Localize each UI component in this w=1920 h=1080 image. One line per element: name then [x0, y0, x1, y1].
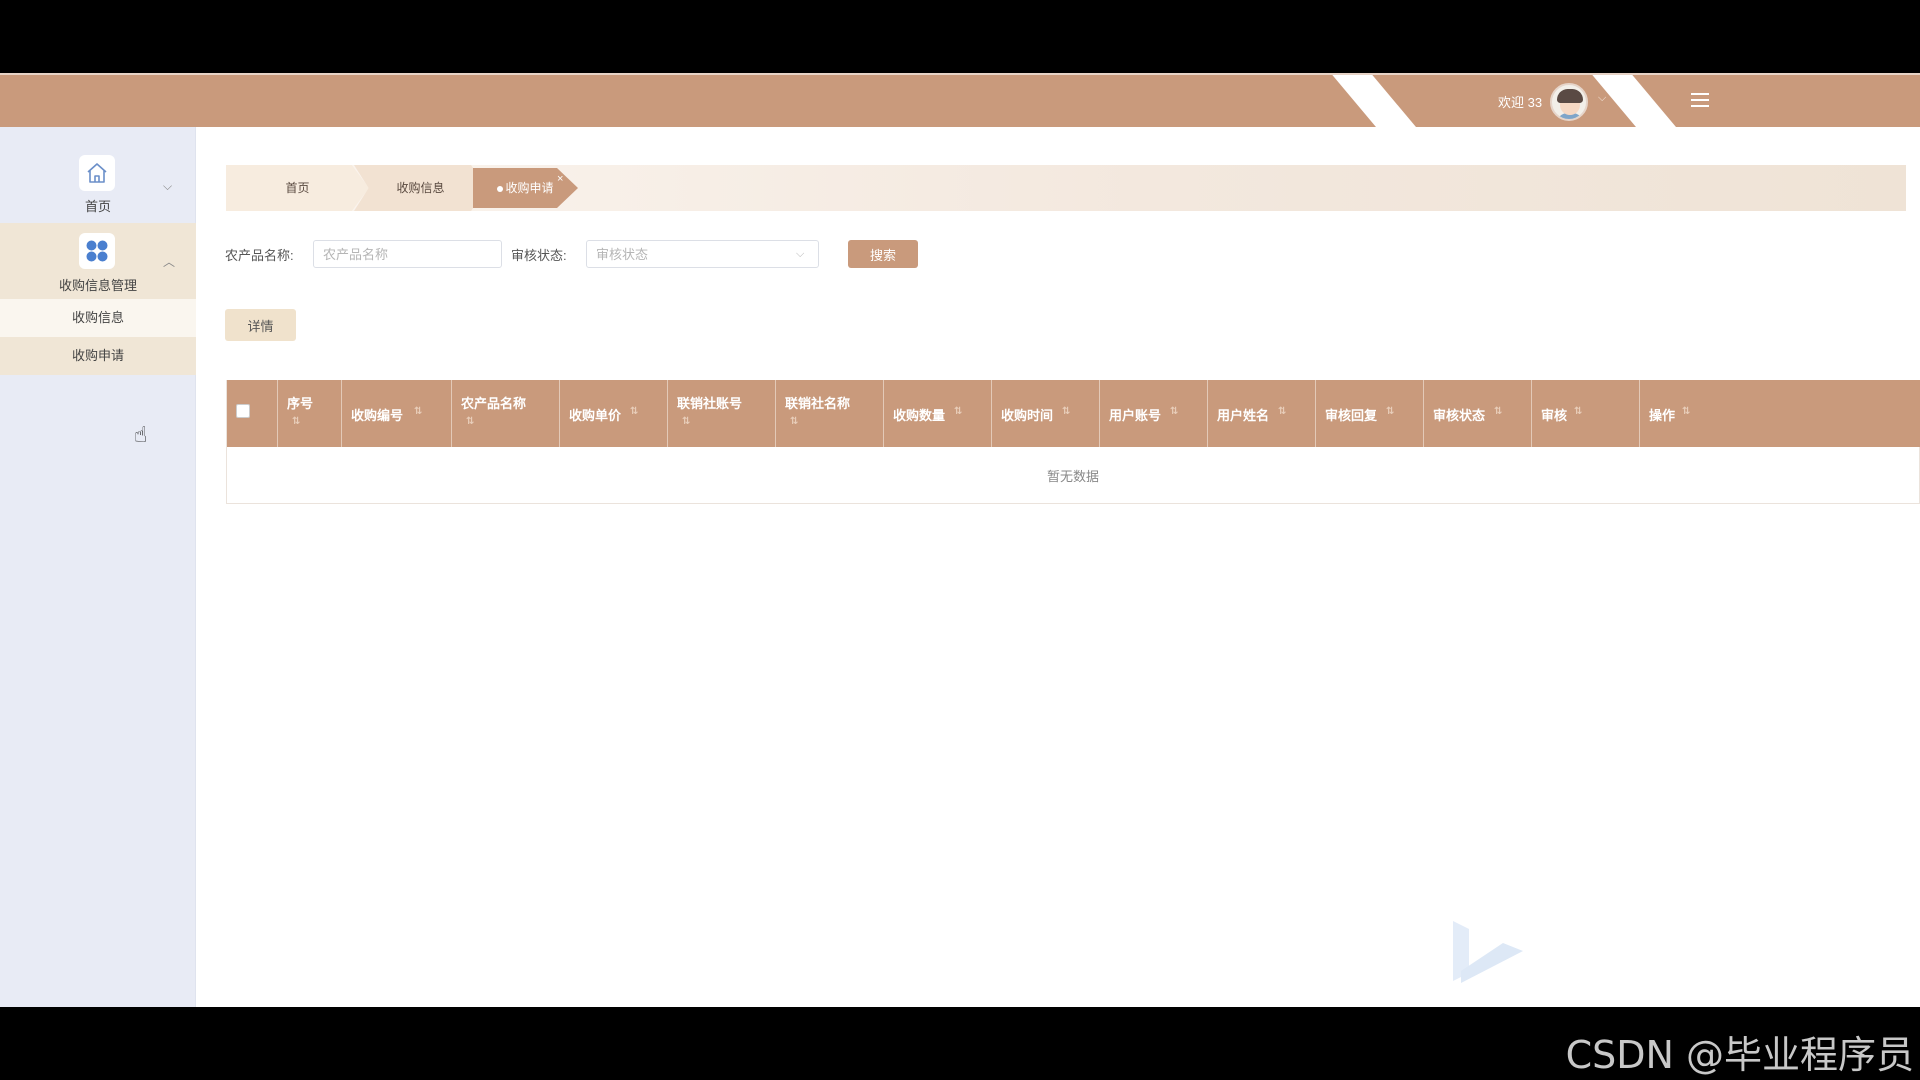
sidebar-item-home[interactable]: 首页 ⌵	[0, 127, 196, 223]
sidebar-subitem-purchase-apply[interactable]: 收购申请	[0, 337, 196, 375]
column-header-audit[interactable]: 审核 ⇅	[1532, 380, 1640, 447]
avatar-hair	[1557, 89, 1583, 103]
breadcrumb-home[interactable]: 首页	[226, 165, 369, 211]
sort-icon: ⇅	[466, 416, 475, 427]
close-icon[interactable]: ×	[557, 173, 563, 185]
empty-text: 暂无数据	[1046, 469, 1099, 484]
menu-line	[1691, 105, 1709, 107]
column-header-purchase-time[interactable]: 收购时间 ⇅	[992, 380, 1100, 447]
sort-icon: ⇅	[1062, 406, 1071, 417]
sort-icon: ⇅	[1386, 406, 1395, 417]
user-avatar[interactable]	[1550, 83, 1588, 121]
menu-toggle-icon[interactable]	[1691, 91, 1711, 109]
sort-icon: ⇅	[1574, 406, 1583, 417]
decor-stripe	[1332, 75, 1418, 129]
grid-icon	[79, 233, 115, 269]
watermark-text: CSDN @毕业程序员	[1565, 1033, 1914, 1077]
column-header-coop-account[interactable]: 联销社账号 ⇅	[668, 380, 776, 447]
table-header: 序号 ⇅ 收购编号 ⇅ 农产品名称 ⇅ 收购单价 ⇅ 联销社账号 ⇅ 联销社名称 ⇅ 收购数…	[227, 380, 1920, 447]
sort-icon: ⇅	[414, 406, 423, 417]
sidebar-subitem-purchase-info[interactable]: 收购信息	[0, 299, 196, 337]
column-header-user-name[interactable]: 用户姓名 ⇅	[1208, 380, 1316, 447]
column-header-purchase-no[interactable]: 收购编号 ⇅	[342, 380, 452, 447]
sort-icon: ⇅	[790, 416, 799, 427]
sidebar-group-label: 收购信息管理	[58, 278, 137, 293]
app-window: 欢迎 33 ⌵ 首页 ⌵ 收购信息管理 ︿ 收购信息 收购申请 ☝ 首页 收购信…	[0, 73, 1920, 1007]
home-icon	[79, 155, 115, 191]
logo-icon	[1453, 921, 1523, 991]
breadcrumb-label: 收购申请	[505, 181, 554, 195]
breadcrumb: 首页 收购信息 收购申请 ×	[226, 165, 1906, 211]
header-checkbox-cell	[227, 380, 278, 447]
select-all-checkbox[interactable]	[236, 404, 250, 418]
chevron-down-icon: ⌵	[796, 248, 805, 260]
sort-icon: ⇅	[954, 406, 963, 417]
data-table: 序号 ⇅ 收购编号 ⇅ 农产品名称 ⇅ 收购单价 ⇅ 联销社账号 ⇅ 联销社名称 ⇅ 收购数…	[226, 380, 1920, 504]
breadcrumb-purchase-info[interactable]: 收购信息	[354, 165, 487, 211]
audit-status-label: 审核状态:	[511, 248, 567, 263]
sidebar-item-label: 首页	[84, 199, 111, 214]
welcome-text: 欢迎 33	[1498, 95, 1543, 110]
column-header-actions: 操作 ⇅	[1649, 406, 1691, 423]
sort-icon: ⇅	[1170, 406, 1179, 417]
sidebar: 首页 ⌵ 收购信息管理 ︿ 收购信息 收购申请 ☝	[0, 127, 196, 1007]
chevron-down-icon[interactable]: ⌵	[1598, 92, 1606, 105]
detail-button[interactable]: 详情	[225, 309, 296, 341]
top-bar: 欢迎 33 ⌵	[0, 73, 1920, 129]
sort-icon: ⇅	[1682, 406, 1691, 417]
chevron-down-icon: ⌵	[163, 179, 173, 193]
column-header-unit-price[interactable]: 收购单价 ⇅	[560, 380, 668, 447]
product-name-input[interactable]	[313, 240, 502, 268]
column-header-audit-status[interactable]: 审核状态 ⇅	[1424, 380, 1532, 447]
column-header-user-account[interactable]: 用户账号 ⇅	[1100, 380, 1208, 447]
sort-icon: ⇅	[1494, 406, 1503, 417]
menu-line	[1691, 99, 1709, 101]
sort-icon: ⇅	[682, 416, 691, 427]
sort-icon: ⇅	[292, 416, 301, 427]
product-name-label: 农产品名称:	[225, 248, 294, 263]
menu-line	[1691, 93, 1709, 95]
audit-status-select[interactable]	[586, 240, 819, 268]
sort-icon: ⇅	[1278, 406, 1287, 417]
column-header-quantity[interactable]: 收购数量 ⇅	[884, 380, 992, 447]
table-body: 暂无数据	[227, 447, 1920, 504]
screen: 欢迎 33 ⌵ 首页 ⌵ 收购信息管理 ︿ 收购信息 收购申请 ☝ 首页 收购信…	[0, 0, 1920, 1080]
column-header-coop-name[interactable]: 联销社名称 ⇅	[776, 380, 884, 447]
sidebar-group-purchase[interactable]: 收购信息管理 ︿	[0, 223, 196, 299]
column-header-index[interactable]: 序号 ⇅	[278, 380, 342, 447]
sort-icon: ⇅	[630, 406, 639, 417]
chevron-up-icon: ︿	[163, 255, 176, 269]
hand-cursor-icon: ☝	[134, 422, 148, 447]
search-button[interactable]: 搜索	[848, 240, 918, 268]
column-header-audit-reply[interactable]: 审核回复 ⇅	[1316, 380, 1424, 447]
active-dot	[497, 185, 504, 192]
column-header-product-name[interactable]: 农产品名称 ⇅	[452, 380, 560, 447]
